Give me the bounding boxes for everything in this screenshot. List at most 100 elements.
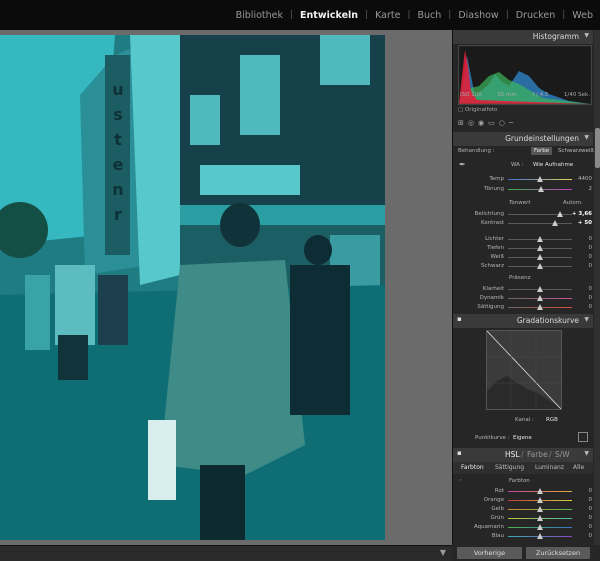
- panel-button-bar: Vorherige Zurücksetzen: [452, 545, 600, 561]
- color-tab[interactable]: Farbe: [527, 450, 548, 459]
- whites-value[interactable]: 0: [589, 254, 593, 260]
- hsl-yellow-value[interactable]: 0: [589, 506, 593, 512]
- exposure-slider-handle[interactable]: [557, 211, 564, 217]
- target-adjustment-icon[interactable]: ▪: [457, 315, 462, 323]
- tint-slider-row[interactable]: Tönung 2: [458, 185, 592, 194]
- radial-filter-icon[interactable]: ○: [499, 119, 505, 127]
- module-map[interactable]: Karte: [368, 10, 407, 21]
- reset-button[interactable]: Zurücksetzen: [526, 547, 590, 559]
- clarity-slider-handle[interactable]: [537, 286, 543, 292]
- module-slideshow[interactable]: Diashow: [451, 10, 505, 21]
- highlights-label: Lichter: [485, 236, 504, 242]
- clarity-value[interactable]: 0: [589, 286, 593, 292]
- hsl-blue-handle[interactable]: [537, 533, 543, 539]
- temp-slider-row[interactable]: Temp 4400: [458, 175, 592, 184]
- hue-subtab[interactable]: Farbton: [461, 464, 484, 471]
- wb-eyedropper-icon[interactable]: ✒: [459, 160, 466, 169]
- shadows-slider-row[interactable]: Tiefen 0: [458, 244, 592, 253]
- wb-preset-select[interactable]: Wie Aufnahme: [533, 162, 573, 168]
- bw-tab[interactable]: S/W: [555, 450, 570, 459]
- auto-tone-button[interactable]: Autom.: [563, 200, 583, 206]
- red-eye-icon[interactable]: ◉: [478, 119, 484, 127]
- blacks-value[interactable]: 0: [589, 263, 593, 269]
- contrast-slider-row[interactable]: Kontrast + 50: [458, 219, 592, 228]
- temp-value[interactable]: 4400: [578, 176, 592, 182]
- hsl-red-value[interactable]: 0: [589, 488, 593, 494]
- vibrance-value[interactable]: 0: [589, 295, 593, 301]
- contrast-value[interactable]: + 50: [578, 220, 592, 226]
- shadows-slider-handle[interactable]: [537, 245, 543, 251]
- target-adjustment-icon[interactable]: ▪: [457, 449, 462, 457]
- original-photo-label[interactable]: ▢ Originalfoto: [458, 107, 497, 113]
- shadows-value[interactable]: 0: [589, 245, 593, 251]
- hsl-aqua-row[interactable]: Aquamarin 0: [458, 523, 592, 532]
- hsl-red-handle[interactable]: [537, 488, 543, 494]
- highlights-slider-row[interactable]: Lichter 0: [458, 235, 592, 244]
- basic-panel-header[interactable]: Grundeinstellungen ▼: [453, 132, 593, 146]
- whites-slider-handle[interactable]: [537, 254, 543, 260]
- hsl-header[interactable]: ▪ HSL / Farbe / S/W ▼: [453, 448, 593, 462]
- tint-value[interactable]: 2: [589, 186, 593, 192]
- treatment-color-button[interactable]: Farbe: [531, 147, 553, 155]
- vibrance-slider-handle[interactable]: [537, 295, 543, 301]
- all-subtab[interactable]: Alle: [573, 464, 584, 471]
- tone-curve-graph[interactable]: [486, 330, 562, 410]
- hsl-yellow-row[interactable]: Gelb 0: [458, 505, 592, 514]
- contrast-slider-handle[interactable]: [552, 220, 559, 226]
- graduated-filter-icon[interactable]: ▭: [488, 119, 495, 127]
- photo-preview[interactable]: u s t e n r: [0, 35, 385, 540]
- blacks-slider-row[interactable]: Schwarz 0: [458, 262, 592, 271]
- tone-curve-header[interactable]: ▪ Gradationskurve ▼: [453, 314, 593, 328]
- module-print[interactable]: Drucken: [509, 10, 563, 21]
- highlights-slider-handle[interactable]: [537, 236, 543, 242]
- saturation-slider-handle[interactable]: [537, 304, 543, 310]
- channel-select[interactable]: RGB: [546, 417, 558, 423]
- point-curve-select[interactable]: Eigene: [513, 435, 532, 441]
- exposure-value[interactable]: + 3,66: [572, 211, 592, 217]
- filmstrip-menu-icon[interactable]: ▼: [440, 548, 446, 557]
- hsl-green-value[interactable]: 0: [589, 515, 593, 521]
- tint-slider-handle[interactable]: [538, 186, 545, 192]
- module-web[interactable]: Web: [565, 10, 600, 21]
- collapse-triangle-icon[interactable]: ▼: [584, 450, 589, 457]
- panel-scrollbar[interactable]: [594, 30, 600, 561]
- collapse-triangle-icon[interactable]: ▼: [584, 134, 589, 141]
- hsl-orange-handle[interactable]: [537, 497, 543, 503]
- hsl-green-handle[interactable]: [537, 515, 543, 521]
- exposure-slider-row[interactable]: Belichtung + 3,66: [458, 210, 592, 219]
- hsl-blue-value[interactable]: 0: [589, 533, 593, 539]
- highlights-value[interactable]: 0: [589, 236, 593, 242]
- blacks-slider-handle[interactable]: [537, 263, 543, 269]
- point-curve-edit-icon[interactable]: [578, 432, 588, 442]
- previous-button[interactable]: Vorherige: [457, 547, 522, 559]
- hsl-yellow-handle[interactable]: [537, 506, 543, 512]
- hsl-green-row[interactable]: Grün 0: [458, 514, 592, 523]
- module-book[interactable]: Buch: [411, 10, 449, 21]
- hsl-orange-row[interactable]: Orange 0: [458, 496, 592, 505]
- temp-slider-handle[interactable]: [537, 176, 543, 182]
- hsl-aqua-value[interactable]: 0: [589, 524, 593, 530]
- hsl-tab[interactable]: HSL: [505, 450, 520, 459]
- clarity-slider-row[interactable]: Klarheit 0: [458, 285, 592, 294]
- hsl-orange-value[interactable]: 0: [589, 497, 593, 503]
- vibrance-slider-row[interactable]: Dynamik 0: [458, 294, 592, 303]
- histogram-header[interactable]: Histogramm ▼: [453, 30, 593, 44]
- hsl-target-icon[interactable]: ◦: [459, 478, 462, 484]
- saturation-slider-row[interactable]: Sättigung 0: [458, 303, 592, 312]
- crop-tool-icon[interactable]: ⊞: [458, 119, 464, 127]
- luminance-subtab[interactable]: Luminanz: [535, 464, 564, 471]
- saturation-subtab[interactable]: Sättigung: [495, 464, 524, 471]
- hsl-red-row[interactable]: Rot 0: [458, 487, 592, 496]
- contrast-slider-track[interactable]: [508, 223, 572, 224]
- module-develop[interactable]: Entwickeln: [293, 10, 365, 21]
- collapse-triangle-icon[interactable]: ▼: [584, 316, 589, 323]
- saturation-value[interactable]: 0: [589, 304, 593, 310]
- hsl-blue-row[interactable]: Blau 0: [458, 532, 592, 541]
- module-library[interactable]: Bibliothek: [229, 10, 290, 21]
- hsl-aqua-handle[interactable]: [537, 524, 543, 530]
- spot-removal-icon[interactable]: ◎: [468, 119, 474, 127]
- collapse-triangle-icon[interactable]: ▼: [584, 32, 589, 39]
- whites-slider-row[interactable]: Weiß 0: [458, 253, 592, 262]
- treatment-bw-button[interactable]: Schwarzweiß: [555, 147, 597, 155]
- adjustment-brush-icon[interactable]: ─: [509, 119, 513, 127]
